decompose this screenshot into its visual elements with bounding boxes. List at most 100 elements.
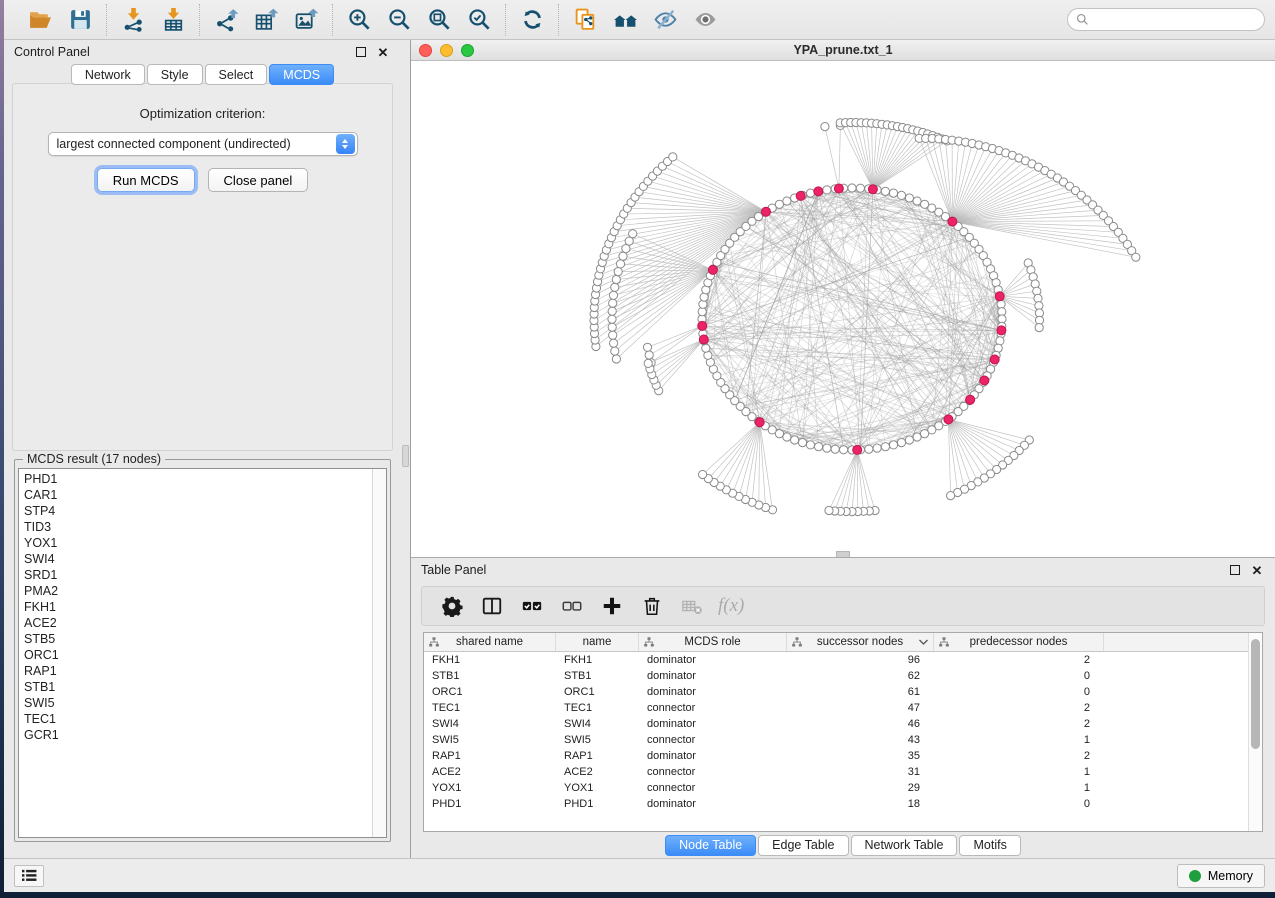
column-header-MCDS-role[interactable]: MCDS role [639,633,787,651]
table-scrollbar-thumb[interactable] [1251,639,1260,749]
table-cell: STB1 [556,668,639,684]
import-table-from-file-button[interactable] [153,4,193,36]
optimization-criterion-select[interactable]: largest connected component (undirected) [48,132,358,156]
zoom-out-button[interactable] [379,4,419,36]
memory-label: Memory [1208,869,1253,883]
table-row[interactable]: FKH1FKH1dominator962 [424,652,1248,668]
first-neighbors-of-selected-button[interactable] [605,4,645,36]
save-session-button[interactable] [60,4,100,36]
table-row[interactable]: YOX1YOX1connector291 [424,780,1248,796]
search-input[interactable] [1094,13,1256,27]
column-header-successor-nodes[interactable]: successor nodes [787,633,934,651]
mcds-result-item[interactable]: ACE2 [24,615,372,631]
tab-node-table[interactable]: Node Table [665,835,756,856]
minimize-window-icon[interactable] [440,44,453,57]
function-builder-icon[interactable]: f(x) [714,595,744,617]
mcds-result-list[interactable]: PHD1CAR1STP4TID3YOX1SWI4SRD1PMA2FKH1ACE2… [18,468,387,838]
table-row[interactable]: SWI5SWI5connector431 [424,732,1248,748]
tab-motifs[interactable]: Motifs [959,835,1020,856]
split-panel-columns-button[interactable] [474,590,510,622]
table-panel-float-button[interactable] [1227,562,1243,578]
tab-select[interactable]: Select [205,64,268,85]
select-all-columns-button[interactable] [514,590,550,622]
create-new-column-button[interactable] [594,590,630,622]
tab-style[interactable]: Style [147,64,203,85]
table-cell: dominator [639,748,787,764]
unselect-all-columns-button[interactable] [554,590,590,622]
task-history-button[interactable] [14,865,44,887]
close-panel-button[interactable]: Close panel [208,168,309,192]
zoom-fit-content-button[interactable] [419,4,459,36]
table-settings-gear-button[interactable] [434,590,470,622]
horizontal-splitter-grip[interactable] [836,551,850,557]
splitter-grip[interactable] [402,445,409,467]
delete-columns-button[interactable] [634,590,670,622]
mcds-result-item[interactable]: FKH1 [24,599,372,615]
control-panel-float-button[interactable] [353,44,369,60]
table-scrollbar[interactable] [1248,633,1262,831]
mcds-result-item[interactable]: PHD1 [24,471,372,487]
column-header-shared-name[interactable]: shared name [424,633,556,651]
mcds-result-item[interactable]: STB5 [24,631,372,647]
close-window-icon[interactable] [419,44,432,57]
delete-table-button[interactable] [674,590,710,622]
export-table-button[interactable] [246,4,286,36]
table-row[interactable]: TEC1TEC1connector472 [424,700,1248,716]
table-cell: RAP1 [556,748,639,764]
attribute-type-icon [429,637,439,647]
zoom-selected-region-button[interactable] [459,4,499,36]
table-row[interactable]: RAP1RAP1dominator352 [424,748,1248,764]
apply-preferred-layout-button[interactable] [512,4,552,36]
tab-edge-table[interactable]: Edge Table [758,835,848,856]
mcds-result-item[interactable]: ORC1 [24,647,372,663]
table-cell: 96 [787,652,934,668]
mcds-result-item[interactable]: STB1 [24,679,372,695]
import-network-from-file-button[interactable] [113,4,153,36]
show-all-button[interactable] [685,4,725,36]
maximize-window-icon[interactable] [461,44,474,57]
table-panel-close-button[interactable]: ✕ [1249,562,1265,578]
export-image-icon [294,7,319,32]
mcds-result-item[interactable]: STP4 [24,503,372,519]
network-canvas[interactable] [411,61,1275,557]
table-row[interactable]: SWI4SWI4dominator462 [424,716,1248,732]
mcds-list-scrollbar[interactable] [372,469,386,837]
table-cell: 35 [787,748,934,764]
memory-button[interactable]: Memory [1177,864,1265,888]
table-row[interactable]: STB1STB1dominator620 [424,668,1248,684]
table-cell: ACE2 [424,764,556,780]
mcds-tab-content: Optimization criterion: largest connecte… [12,83,393,451]
tab-mcds[interactable]: MCDS [269,64,334,85]
network-titlebar[interactable]: YPA_prune.txt_1 [411,40,1275,61]
table-row[interactable]: PHD1PHD1dominator180 [424,796,1248,812]
run-mcds-button[interactable]: Run MCDS [97,168,195,192]
tab-network-table[interactable]: Network Table [851,835,958,856]
mcds-result-item[interactable]: SRD1 [24,567,372,583]
mcds-result-item[interactable]: TID3 [24,519,372,535]
table-cell: 18 [787,796,934,812]
zoom-in-button[interactable] [339,4,379,36]
vertical-splitter[interactable] [401,40,411,858]
column-header-label: name [583,636,612,648]
mcds-result-item[interactable]: GCR1 [24,727,372,743]
tab-network[interactable]: Network [71,64,145,85]
hide-selected-button[interactable] [645,4,685,36]
mcds-result-item[interactable]: CAR1 [24,487,372,503]
mcds-result-item[interactable]: RAP1 [24,663,372,679]
export-network-button[interactable] [206,4,246,36]
column-header-name[interactable]: name [556,633,639,651]
mcds-result-item[interactable]: PMA2 [24,583,372,599]
mcds-result-item[interactable]: SWI5 [24,695,372,711]
control-panel-close-button[interactable]: ✕ [375,44,391,60]
open-session-button[interactable] [20,4,60,36]
export-table-icon [254,7,279,32]
mcds-result-item[interactable]: TEC1 [24,711,372,727]
export-image-button[interactable] [286,4,326,36]
table-row[interactable]: ACE2ACE2connector311 [424,764,1248,780]
duplicate-current-network-button[interactable] [565,4,605,36]
mcds-result-item[interactable]: SWI4 [24,551,372,567]
table-row[interactable]: ORC1ORC1dominator610 [424,684,1248,700]
search-box[interactable] [1067,8,1265,31]
column-header-predecessor-nodes[interactable]: predecessor nodes [934,633,1104,651]
mcds-result-item[interactable]: YOX1 [24,535,372,551]
